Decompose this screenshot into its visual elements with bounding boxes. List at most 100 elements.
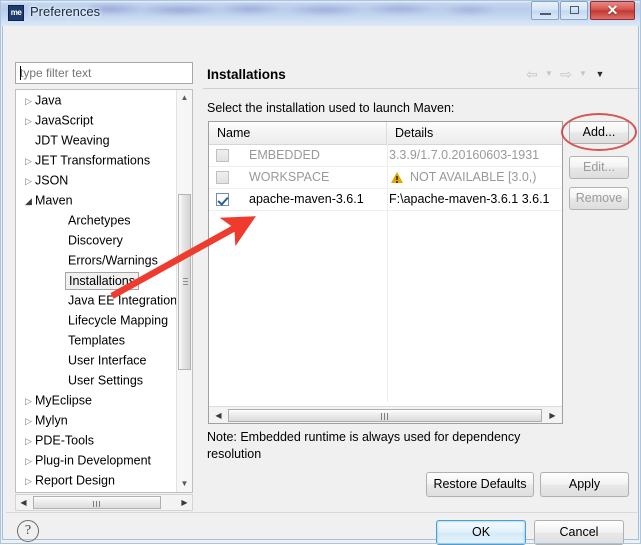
table-row[interactable]: apache-maven-3.6.1 F:\apache-maven-3.6.1 … — [209, 189, 562, 211]
tree-item-label: Installations — [65, 271, 140, 290]
page-title: Installations — [207, 67, 286, 82]
row-checkbox — [216, 171, 229, 184]
tree-item-report-design[interactable]: ▷ Report Design — [16, 470, 192, 490]
tree-item-discovery[interactable]: Discovery — [16, 230, 192, 250]
edit-button: Edit... — [569, 156, 629, 179]
scroll-left-arrow-icon[interactable]: ◀ — [16, 495, 31, 510]
tree-vertical-scrollbar[interactable]: ▲ ▼ — [176, 90, 192, 492]
tree-expand-chevron-right-icon[interactable]: ▷ — [22, 391, 35, 411]
tree-collapse-chevron-down-icon[interactable]: ◢ — [22, 191, 35, 211]
tree-expand-chevron-right-icon[interactable]: ▷ — [22, 91, 35, 111]
back-arrow-icon[interactable]: ⇦ — [523, 64, 541, 84]
tree-item-java-ee-integration[interactable]: Java EE Integration — [16, 290, 192, 310]
window-titlebar[interactable]: me Preferences ✕ — [0, 0, 641, 26]
help-icon[interactable]: ? — [17, 520, 39, 542]
scrollbar-grip-icon — [381, 413, 390, 420]
row-checkbox — [216, 149, 229, 162]
preferences-tree[interactable]: ▷ Java ▷ JavaScript JDT Weaving ▷ JET Transfor… — [15, 89, 193, 493]
dialog-body: ▷Java▷JavaScriptJDT Weaving▷JET Transfor… — [2, 26, 640, 545]
tree-item-label: Java — [35, 93, 62, 108]
tree-item-plug-in-development[interactable]: ▷ Plug-in Development — [16, 450, 192, 470]
table-hscrollbar-thumb[interactable] — [228, 409, 542, 422]
tree-item-label: JavaScript — [35, 113, 94, 128]
tree-item-java[interactable]: ▷ Java — [16, 90, 192, 110]
warning-icon — [391, 171, 404, 183]
column-header-details[interactable]: Details — [387, 122, 562, 144]
tree-scrollbar-thumb[interactable] — [178, 194, 191, 370]
tree-expand-chevron-right-icon[interactable]: ▷ — [22, 111, 35, 131]
table-horizontal-scrollbar[interactable]: ◀ ▶ — [209, 406, 562, 423]
tree-item-pde-tools[interactable]: ▷ PDE-Tools — [16, 430, 192, 450]
view-menu-chevron-down-icon[interactable]: ▼ — [593, 64, 607, 84]
tree-item-maven[interactable]: ◢ Maven — [16, 190, 192, 210]
cell-name: EMBEDDED — [249, 148, 320, 162]
installations-table[interactable]: Name Details EMBEDDED 3.3.9/1.7.0.2016060… — [208, 121, 563, 424]
tree-item-label: JDT Weaving — [35, 133, 110, 148]
pane-sash[interactable] — [197, 58, 201, 513]
back-history-chevron-down-icon[interactable]: ▼ — [543, 64, 555, 84]
scroll-right-arrow-icon[interactable]: ▶ — [545, 408, 560, 423]
forward-history-chevron-down-icon[interactable]: ▼ — [577, 64, 589, 84]
tree-item-user-settings[interactable]: User Settings — [16, 370, 192, 390]
tree-hscrollbar-thumb[interactable] — [33, 496, 161, 509]
close-button[interactable]: ✕ — [590, 1, 635, 20]
tree-item-list: ▷ Java ▷ JavaScript JDT Weaving ▷ JET Transfor… — [16, 90, 192, 490]
tree-item-label: MyEclipse — [35, 393, 92, 408]
note-text: Note: Embedded runtime is always used fo… — [207, 430, 521, 461]
text-caret — [20, 66, 21, 80]
minimize-button[interactable] — [531, 1, 559, 20]
tree-item-label: Maven — [35, 193, 73, 208]
scroll-right-arrow-icon[interactable]: ▶ — [177, 495, 192, 510]
table-row[interactable]: EMBEDDED 3.3.9/1.7.0.20160603-1931 — [209, 145, 562, 167]
minimize-icon — [540, 13, 551, 15]
tree-expand-chevron-right-icon[interactable]: ▷ — [22, 411, 35, 431]
column-header-name[interactable]: Name — [209, 122, 387, 144]
tree-expand-chevron-right-icon[interactable]: ▷ — [22, 431, 35, 451]
cell-details: F:\apache-maven-3.6.1 3.6.1 — [389, 192, 550, 206]
restore-defaults-button[interactable]: Restore Defaults — [426, 472, 534, 497]
tree-expand-chevron-right-icon[interactable]: ▷ — [22, 151, 35, 171]
tree-item-lifecycle-mapping[interactable]: Lifecycle Mapping — [16, 310, 192, 330]
tree-item-user-interface[interactable]: User Interface — [16, 350, 192, 370]
tree-item-label: JET Transformations — [35, 153, 151, 168]
tree-item-archetypes[interactable]: Archetypes — [16, 210, 192, 230]
window-title: Preferences — [30, 4, 101, 19]
cell-details: 3.3.9/1.7.0.20160603-1931 — [389, 148, 540, 162]
row-checkbox[interactable] — [216, 193, 229, 206]
tree-item-label: Errors/Warnings — [68, 253, 158, 268]
filter-input[interactable] — [15, 62, 193, 84]
maximize-button[interactable] — [560, 1, 588, 20]
tree-horizontal-scrollbar[interactable]: ◀ ▶ — [15, 494, 193, 511]
table-row[interactable]: WORKSPACE NOT AVAILABLE [3.0,) — [209, 167, 562, 189]
tree-item-installations[interactable]: Installations — [16, 270, 192, 290]
tree-item-label: Java EE Integration — [68, 293, 178, 308]
tree-item-mylyn[interactable]: ▷ Mylyn — [16, 410, 192, 430]
tree-expand-chevron-right-icon[interactable]: ▷ — [22, 471, 35, 491]
close-icon: ✕ — [606, 2, 619, 18]
tree-item-label: Mylyn — [35, 413, 68, 428]
cell-name: WORKSPACE — [249, 170, 330, 184]
title-separator — [203, 88, 640, 89]
scroll-up-arrow-icon[interactable]: ▲ — [177, 90, 192, 106]
ok-button[interactable]: OK — [436, 520, 526, 545]
add-button-annotation-ellipse — [561, 113, 637, 151]
scroll-down-arrow-icon[interactable]: ▼ — [177, 476, 192, 492]
tree-expand-chevron-right-icon[interactable]: ▷ — [22, 451, 35, 471]
tree-item-errors-warnings[interactable]: Errors/Warnings — [16, 250, 192, 270]
apply-button[interactable]: Apply — [540, 472, 629, 497]
tree-item-myeclipse[interactable]: ▷ MyEclipse — [16, 390, 192, 410]
tree-item-javascript[interactable]: ▷ JavaScript — [16, 110, 192, 130]
cancel-button[interactable]: Cancel — [534, 520, 624, 545]
remove-button: Remove — [569, 187, 629, 210]
tree-item-templates[interactable]: Templates — [16, 330, 192, 350]
tree-expand-chevron-right-icon[interactable]: ▷ — [22, 171, 35, 191]
forward-arrow-icon[interactable]: ⇨ — [557, 64, 575, 84]
table-body: EMBEDDED 3.3.9/1.7.0.20160603-1931 WORKSPA… — [209, 145, 562, 211]
tree-item-json[interactable]: ▷ JSON — [16, 170, 192, 190]
bottom-separator — [6, 512, 637, 513]
scroll-left-arrow-icon[interactable]: ◀ — [211, 408, 226, 423]
tree-item-label: Plug-in Development — [35, 453, 152, 468]
tree-item-jdt-weaving[interactable]: JDT Weaving — [16, 130, 192, 150]
scrollbar-grip-icon — [183, 278, 188, 286]
tree-item-jet-transformations[interactable]: ▷ JET Transformations — [16, 150, 192, 170]
